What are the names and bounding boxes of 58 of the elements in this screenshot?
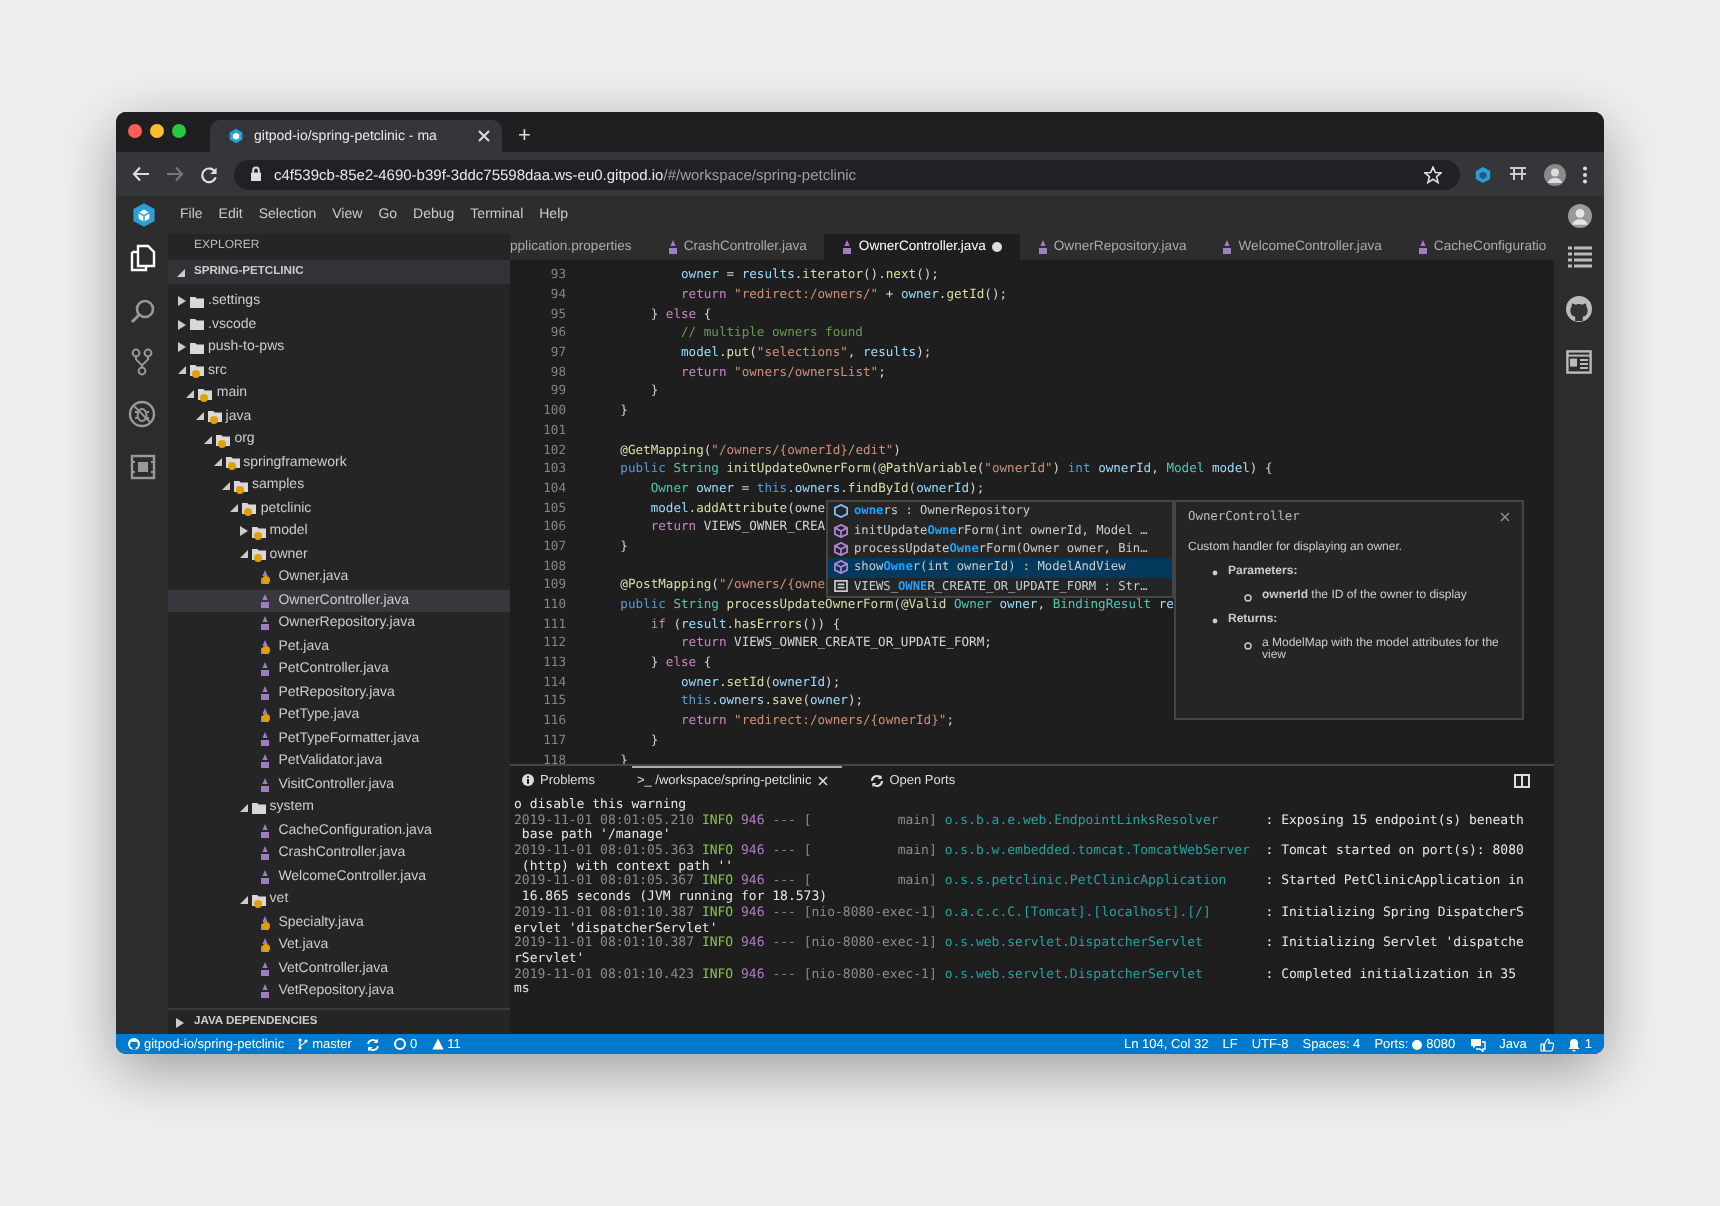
java-file-icon bbox=[260, 616, 271, 631]
method-icon bbox=[834, 541, 848, 556]
status-dot-icon bbox=[1412, 1039, 1423, 1049]
bullet-icon bbox=[1212, 570, 1218, 576]
bullet-icon bbox=[1244, 594, 1252, 602]
forward-icon[interactable] bbox=[166, 166, 184, 182]
bullet-icon bbox=[1212, 618, 1218, 624]
error-icon bbox=[393, 1038, 406, 1050]
source-control-icon[interactable] bbox=[130, 348, 154, 376]
minimize-window-icon[interactable] bbox=[150, 124, 164, 138]
lock-icon bbox=[250, 166, 262, 182]
info-icon bbox=[522, 774, 534, 786]
cube-icon bbox=[228, 128, 244, 144]
ports-icon bbox=[869, 773, 884, 787]
files-icon[interactable] bbox=[129, 244, 155, 272]
new-tab-button[interactable]: + bbox=[510, 120, 539, 152]
java-file-icon bbox=[260, 961, 271, 976]
java-file-icon bbox=[260, 731, 271, 746]
thumbs-up-icon[interactable] bbox=[1540, 1037, 1555, 1051]
java-file-icon bbox=[260, 685, 271, 700]
java-file-icon bbox=[260, 984, 271, 999]
star-icon[interactable] bbox=[1424, 165, 1442, 183]
github-icon[interactable] bbox=[1566, 296, 1592, 322]
java-file-icon bbox=[260, 869, 271, 884]
split-icon[interactable] bbox=[1514, 773, 1530, 787]
branch-icon bbox=[298, 1038, 309, 1050]
java-file-icon bbox=[260, 823, 271, 838]
search-icon[interactable] bbox=[129, 297, 155, 323]
list-icon[interactable] bbox=[1567, 246, 1591, 268]
maximize-window-icon[interactable] bbox=[172, 124, 186, 138]
method-icon bbox=[834, 560, 848, 575]
java-file-icon bbox=[260, 846, 271, 861]
back-icon[interactable] bbox=[132, 166, 150, 182]
avatar-icon[interactable] bbox=[1544, 163, 1566, 185]
java-file-icon bbox=[260, 593, 271, 608]
more-icon[interactable] bbox=[1582, 165, 1588, 183]
folder-icon bbox=[251, 801, 266, 814]
extensions-icon[interactable] bbox=[129, 453, 155, 479]
expanded-arrow-icon bbox=[176, 267, 186, 277]
java-file-icon bbox=[260, 754, 271, 769]
preview-icon[interactable] bbox=[1566, 350, 1592, 374]
bell-icon bbox=[1568, 1037, 1581, 1051]
warning-icon bbox=[431, 1038, 444, 1050]
debug-icon[interactable] bbox=[128, 400, 156, 428]
method-icon bbox=[834, 523, 848, 538]
field-icon bbox=[834, 504, 848, 519]
cube-logo-icon bbox=[132, 202, 156, 228]
constant-icon bbox=[834, 580, 848, 593]
avatar-icon[interactable] bbox=[1568, 203, 1592, 227]
close-window-icon[interactable] bbox=[128, 124, 142, 138]
cube-icon[interactable] bbox=[1474, 165, 1492, 183]
reload-icon[interactable] bbox=[200, 165, 218, 183]
collapsed-arrow-icon bbox=[176, 1017, 184, 1027]
bullet-icon bbox=[1244, 642, 1252, 650]
sync-icon[interactable] bbox=[365, 1037, 380, 1051]
java-file-icon bbox=[260, 777, 271, 792]
java-file-icon bbox=[260, 662, 271, 677]
chat-icon[interactable] bbox=[1469, 1037, 1486, 1051]
